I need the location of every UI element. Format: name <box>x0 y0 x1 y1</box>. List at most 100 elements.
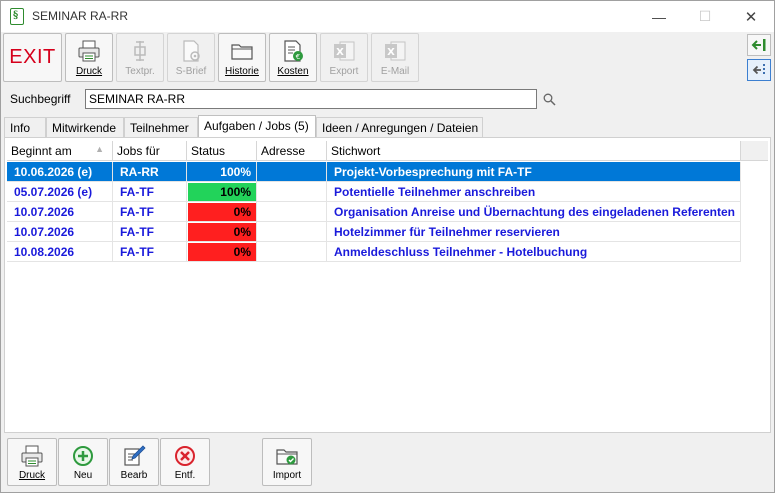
tab-mitwirkende[interactable]: Mitwirkende <box>46 117 124 137</box>
text-print-icon <box>134 41 146 61</box>
history-button-label: Historie <box>225 66 259 77</box>
cell-jobs-fuer: FA-TF <box>113 222 187 242</box>
search-row: Suchbegriff <box>1 87 774 113</box>
bottom-print-button[interactable]: Druck <box>7 438 57 486</box>
status-progress-bar: 0% <box>188 203 256 221</box>
table-row[interactable]: 10.08.2026 FA-TF 0% Anmeldeschluss Teilnehm… <box>7 242 741 262</box>
title-bar: § SEMINAR RA-RR — ☐ ✕ <box>1 1 774 32</box>
printer-icon <box>78 40 100 62</box>
search-label: Suchbegriff <box>10 92 71 106</box>
close-button[interactable]: ✕ <box>728 1 774 32</box>
history-button[interactable]: Historie <box>218 33 266 82</box>
folder-icon <box>231 44 253 60</box>
status-progress-bar: 0% <box>188 223 256 241</box>
folder-import-icon <box>276 449 298 465</box>
column-header-jobs-fuer[interactable]: Jobs für <box>113 141 187 161</box>
letter-icon <box>183 40 200 62</box>
new-button-label: Neu <box>73 470 93 481</box>
costs-button[interactable]: € Kosten <box>269 33 317 82</box>
cell-jobs-fuer: FA-TF <box>113 202 187 222</box>
column-header-beginnt-am[interactable]: Beginnt am ▲ <box>7 141 113 161</box>
delete-button-label: Entf. <box>174 470 196 481</box>
plus-circle-icon <box>73 446 93 466</box>
cell-status: 100% <box>187 182 257 202</box>
cell-adresse <box>257 162 327 182</box>
cell-stichwort: Potentielle Teilnehmer anschreiben <box>327 182 741 202</box>
cell-adresse <box>257 222 327 242</box>
print-button-label: Druck <box>75 66 103 77</box>
cell-status: 0% <box>187 242 257 262</box>
column-header-adresse[interactable]: Adresse <box>257 141 327 161</box>
status-value: 100% <box>220 165 251 179</box>
delete-button[interactable]: Entf. <box>160 438 210 486</box>
edit-icon <box>124 445 146 466</box>
svg-text:X: X <box>336 47 344 58</box>
maximize-button[interactable]: ☐ <box>682 1 728 32</box>
cell-jobs-fuer: FA-TF <box>113 182 187 202</box>
delete-icon <box>175 446 195 466</box>
tab-aufgaben-jobs[interactable]: Aufgaben / Jobs (5) <box>198 115 316 137</box>
cell-stichwort: Anmeldeschluss Teilnehmer - Hotelbuchung <box>327 242 741 262</box>
arrow-left-dashed-icon <box>752 64 765 76</box>
cell-beginnt-am: 05.07.2026 (e) <box>7 182 113 202</box>
column-header-stichwort[interactable]: Stichwort <box>327 141 741 161</box>
table-row[interactable]: 10.07.2026 FA-TF 0% Hotelzimmer für Teilneh… <box>7 222 741 242</box>
cell-beginnt-am: 10.07.2026 <box>7 202 113 222</box>
search-input[interactable] <box>85 89 537 109</box>
new-button[interactable]: Neu <box>58 438 108 486</box>
bottom-print-button-label: Druck <box>18 470 46 481</box>
letter-button[interactable]: S-Brief <box>167 33 215 82</box>
edit-button[interactable]: Bearb <box>109 438 159 486</box>
exit-button[interactable]: EXIT <box>3 33 62 82</box>
minimize-button[interactable]: — <box>636 1 682 32</box>
main-window: § SEMINAR RA-RR — ☐ ✕ EXIT Druck Textpr. <box>0 0 775 493</box>
status-progress-bar: 0% <box>188 243 256 261</box>
cell-beginnt-am: 10.07.2026 <box>7 222 113 242</box>
svg-text:X: X <box>387 47 395 58</box>
app-icon: § <box>10 8 24 25</box>
toolbar: EXIT Druck Textpr. S-Brief Historie € Ko… <box>1 32 774 84</box>
app-icon-glyph: § <box>13 10 19 21</box>
text-print-button-label: Textpr. <box>125 66 155 77</box>
cell-stichwort: Projekt-Vorbesprechung mit FA-TF <box>327 162 741 182</box>
text-print-button[interactable]: Textpr. <box>116 33 164 82</box>
tab-ideen-anregungen-dateien[interactable]: Ideen / Anregungen / Dateien <box>316 117 483 137</box>
back-dashed-button[interactable] <box>747 59 771 81</box>
back-button[interactable] <box>747 34 771 56</box>
status-progress-bar: 100% <box>188 183 256 201</box>
export-button-label: Export <box>329 66 359 77</box>
cell-status: 0% <box>187 222 257 242</box>
excel-icon: X <box>385 41 406 61</box>
tab-teilnehmer[interactable]: Teilnehmer <box>124 117 198 137</box>
jobs-grid-panel: Beginnt am ▲ Jobs für Status Adresse Sti… <box>4 137 771 433</box>
cell-stichwort: Organisation Anreise und Übernachtung de… <box>327 202 741 222</box>
search-icon <box>543 93 556 106</box>
cell-adresse <box>257 202 327 222</box>
table-row[interactable]: 10.06.2026 (e) RA-RR 100% Projekt-Vorbespre… <box>7 162 741 182</box>
costs-icon: € <box>284 40 303 62</box>
svg-text:€: € <box>296 53 300 61</box>
cell-adresse <box>257 242 327 262</box>
email-button[interactable]: X E-Mail <box>371 33 419 82</box>
printer-icon <box>21 445 43 467</box>
arrow-left-bar-icon <box>751 39 766 51</box>
print-button[interactable]: Druck <box>65 33 113 82</box>
tab-info[interactable]: Info <box>4 117 46 137</box>
table-row[interactable]: 05.07.2026 (e) FA-TF 100% Potentielle Teiln… <box>7 182 741 202</box>
cell-jobs-fuer: FA-TF <box>113 242 187 262</box>
export-button[interactable]: X Export <box>320 33 368 82</box>
cell-jobs-fuer: RA-RR <box>113 162 187 182</box>
cell-stichwort: Hotelzimmer für Teilnehmer reservieren <box>327 222 741 242</box>
import-button[interactable]: Import <box>262 438 312 486</box>
column-header-status[interactable]: Status <box>187 141 257 161</box>
cell-beginnt-am: 10.06.2026 (e) <box>7 162 113 182</box>
cell-status: 0% <box>187 202 257 222</box>
excel-icon: X <box>334 41 355 61</box>
cell-status: 100% <box>187 162 257 182</box>
sort-ascending-icon: ▲ <box>95 144 104 154</box>
email-button-label: E-Mail <box>380 66 410 77</box>
costs-button-label: Kosten <box>277 66 309 77</box>
table-row[interactable]: 10.07.2026 FA-TF 0% Organisation Anreise un… <box>7 202 741 222</box>
search-button[interactable] <box>540 89 558 109</box>
header-filler <box>741 141 768 161</box>
